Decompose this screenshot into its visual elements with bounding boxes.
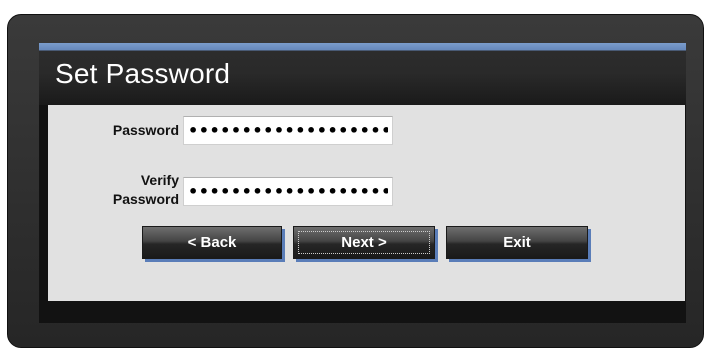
verify-label-line2: Password — [112, 191, 179, 207]
verify-password-input[interactable] — [183, 177, 393, 206]
next-button-label: Next > — [341, 234, 387, 251]
back-button[interactable]: < Back — [142, 226, 282, 259]
password-label: Password — [112, 122, 179, 138]
exit-button-label: Exit — [503, 234, 531, 251]
wizard-window: Set Password Password Verify Password < … — [7, 14, 704, 348]
dialog-panel: Set Password Password Verify Password < … — [39, 43, 686, 323]
next-button[interactable]: Next > — [293, 226, 435, 259]
back-button-label: < Back — [187, 234, 237, 251]
form-area: Password Verify Password < Back Next > E… — [48, 105, 685, 301]
password-input[interactable] — [183, 116, 393, 145]
verify-password-label: Verify Password — [48, 171, 179, 209]
dialog-title: Set Password — [55, 58, 231, 89]
title-bar: Set Password — [39, 43, 686, 105]
exit-button[interactable]: Exit — [446, 226, 588, 259]
verify-label-line1: Verify — [140, 172, 179, 188]
